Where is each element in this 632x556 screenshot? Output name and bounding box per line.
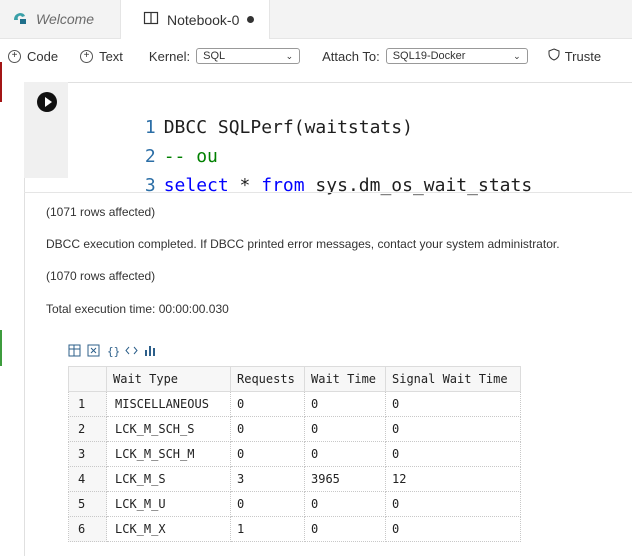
kernel-select[interactable]: SQL ⌄ [196, 48, 301, 64]
table-row[interactable]: 4 LCK_M_S 3 3965 12 [68, 466, 521, 492]
plus-circle-icon: + [80, 49, 94, 63]
cell-signal-wait-time[interactable]: 0 [385, 416, 521, 442]
column-header-wait-time[interactable]: Wait Time [304, 366, 386, 392]
table-row[interactable]: 5 LCK_M_U 0 0 0 [68, 491, 521, 517]
run-cell-button[interactable] [37, 92, 57, 112]
cell-wait-time[interactable]: 3965 [304, 466, 386, 492]
row-number: 6 [68, 516, 107, 542]
tab-welcome[interactable]: Welcome [0, 0, 120, 38]
attach-value: SQL19-Docker [392, 50, 466, 62]
code-line[interactable]: 3 select * from sys.dm_os_wait_stats [108, 144, 532, 196]
kernel-value: SQL [203, 50, 226, 62]
row-number: 5 [68, 491, 107, 517]
row-number: 1 [68, 391, 107, 417]
table-row[interactable]: 1 MISCELLANEOUS 0 0 0 [68, 391, 521, 417]
unsaved-dot-icon[interactable] [247, 16, 255, 23]
row-number: 3 [68, 441, 107, 467]
grid-actions: {} [68, 344, 163, 360]
trusted-button[interactable]: Truste [548, 48, 601, 64]
cell-signal-wait-time[interactable]: 12 [385, 466, 521, 492]
add-text-label: Text [99, 48, 123, 64]
azure-data-studio-icon [12, 10, 28, 29]
play-icon [44, 97, 52, 107]
cell-signal-wait-time[interactable]: 0 [385, 516, 521, 542]
cell-wait-time[interactable]: 0 [304, 491, 386, 517]
save-csv-icon[interactable] [68, 344, 81, 360]
svg-text:{}: {} [107, 345, 119, 357]
grid-header-row: Wait Type Requests Wait Time Signal Wait… [68, 366, 521, 392]
add-code-label: Code [27, 48, 59, 64]
row-number: 4 [68, 466, 107, 492]
cell-signal-wait-time[interactable]: 0 [385, 391, 521, 417]
output-message: Total execution time: 00:00:00.030 [46, 302, 229, 316]
notebook-icon [143, 10, 159, 29]
column-header-wait-type[interactable]: Wait Type [106, 366, 231, 392]
attach-select[interactable]: SQL19-Docker ⌄ [385, 48, 528, 64]
tab-notebook[interactable]: Notebook-0 [120, 0, 270, 39]
save-json-icon[interactable]: {} [106, 344, 120, 360]
kernel-label: Kernel: [148, 48, 191, 64]
plus-circle-icon: + [8, 49, 21, 63]
cell-requests[interactable]: 3 [230, 466, 305, 492]
cell-requests[interactable]: 0 [230, 391, 305, 417]
code-line[interactable]: 1 DBCC SQLPerf(waitstats) [108, 86, 413, 138]
save-excel-icon[interactable] [87, 344, 100, 360]
tab-notebook-label: Notebook-0 [167, 11, 240, 28]
cell-requests[interactable]: 0 [230, 441, 305, 467]
cell-wait-type[interactable]: LCK_M_SCH_S [106, 416, 231, 442]
cell-wait-type[interactable]: LCK_M_SCH_M [106, 441, 231, 467]
table-row[interactable]: 6 LCK_M_X 1 0 0 [68, 516, 521, 542]
save-xml-icon[interactable] [125, 344, 138, 360]
attach-group: Attach To: SQL19-Docker ⌄ [322, 48, 528, 64]
results-grid: Wait Type Requests Wait Time Signal Wait… [68, 366, 521, 542]
tab-bar: Welcome Notebook-0 [0, 0, 632, 39]
cell-requests[interactable]: 0 [230, 491, 305, 517]
shield-icon [548, 48, 560, 64]
table-row[interactable]: 2 LCK_M_SCH_S 0 0 0 [68, 416, 521, 442]
output-message: DBCC execution completed. If DBCC printe… [46, 237, 560, 251]
code-line[interactable]: 2 -- ou [108, 115, 218, 167]
table-row[interactable]: 3 LCK_M_SCH_M 0 0 0 [68, 441, 521, 467]
output-divider [24, 192, 632, 193]
cell-wait-type[interactable]: LCK_M_U [106, 491, 231, 517]
cell-wait-time[interactable]: 0 [304, 516, 386, 542]
row-number: 2 [68, 416, 107, 442]
cell-requests[interactable]: 0 [230, 416, 305, 442]
kernel-group: Kernel: SQL ⌄ [148, 48, 301, 64]
notebook-toolbar: + Code + Text Kernel: SQL ⌄ Attach To: S… [0, 39, 632, 73]
row-number-header[interactable] [68, 366, 107, 392]
cell-signal-wait-time[interactable]: 0 [385, 441, 521, 467]
attach-label: Attach To: [322, 48, 380, 64]
add-code-button[interactable]: + Code [8, 49, 58, 64]
output-message: (1070 rows affected) [46, 269, 156, 283]
add-text-button[interactable]: + Text [80, 49, 123, 64]
line-number: 3 [144, 175, 156, 196]
cell-wait-type[interactable]: LCK_M_X [106, 516, 231, 542]
column-header-requests[interactable]: Requests [230, 366, 305, 392]
chart-icon[interactable] [144, 344, 157, 360]
cell-wait-type[interactable]: LCK_M_S [106, 466, 231, 492]
edge-indicator [0, 330, 2, 366]
chevron-down-icon: ⌄ [513, 50, 521, 61]
tab-welcome-label: Welcome [36, 11, 95, 27]
cell-signal-wait-time[interactable]: 0 [385, 491, 521, 517]
cell-wait-time[interactable]: 0 [304, 391, 386, 417]
cell-wait-time[interactable]: 0 [304, 416, 386, 442]
cell-requests[interactable]: 1 [230, 516, 305, 542]
cell-wait-time[interactable]: 0 [304, 441, 386, 467]
chevron-down-icon: ⌄ [285, 50, 294, 61]
trusted-label: Truste [564, 48, 602, 64]
output-message: (1071 rows affected) [46, 205, 156, 219]
cell-wait-type[interactable]: MISCELLANEOUS [106, 391, 231, 417]
column-header-signal-wait-time[interactable]: Signal Wait Time [385, 366, 521, 392]
edge-indicator [0, 62, 2, 102]
